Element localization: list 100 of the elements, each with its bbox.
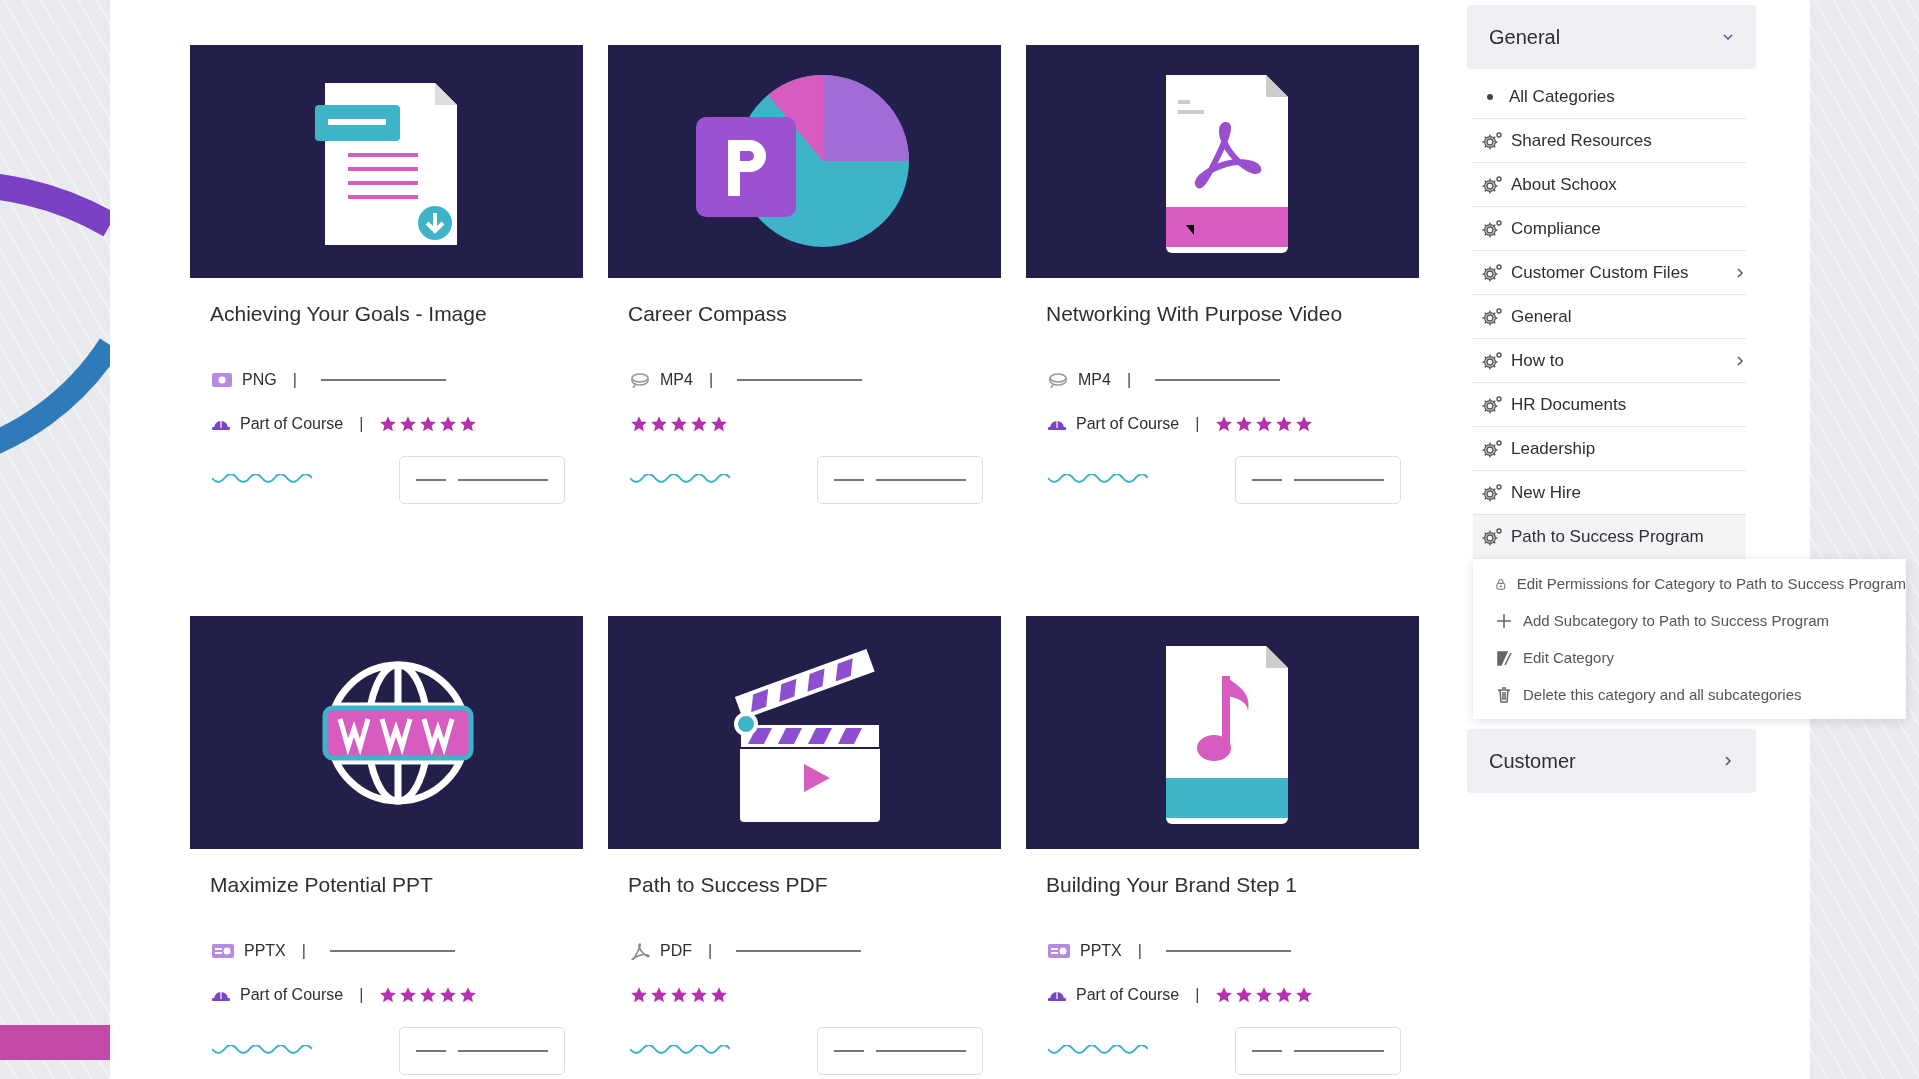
separator: | xyxy=(1137,942,1142,960)
file-format: PNG xyxy=(242,371,277,389)
chevron-icon xyxy=(1734,266,1746,279)
hard-hat-icon xyxy=(212,989,230,1001)
chevron-icon xyxy=(1722,755,1734,767)
card-title[interactable]: Achieving Your Goals - Image xyxy=(210,302,583,330)
category-item[interactable]: About Schoox xyxy=(1473,163,1746,207)
chevron-icon xyxy=(1734,354,1746,367)
star-icon xyxy=(459,415,478,433)
star-icon xyxy=(1215,415,1234,433)
star-icon xyxy=(399,986,418,1004)
trash-icon xyxy=(1495,685,1513,704)
category-item[interactable]: Leadership xyxy=(1473,427,1746,471)
placeholder-button[interactable] xyxy=(817,456,983,504)
placeholder-button[interactable] xyxy=(817,1027,983,1075)
film-reel-icon xyxy=(630,372,650,388)
gear-icon xyxy=(1481,526,1503,547)
star-icon xyxy=(419,415,438,433)
slides-icon xyxy=(212,943,234,959)
placeholder-button[interactable] xyxy=(399,456,565,504)
placeholder-button[interactable] xyxy=(1235,1027,1401,1075)
separator: | xyxy=(301,942,306,960)
image-icon xyxy=(212,372,232,388)
star-icon xyxy=(650,415,668,433)
pdf-icon xyxy=(630,942,650,960)
chevron-icon xyxy=(1722,31,1734,43)
star-icon xyxy=(439,986,458,1004)
star-icon xyxy=(670,986,688,1004)
placeholder-button[interactable] xyxy=(399,1027,565,1075)
star-icon xyxy=(1295,415,1314,433)
star-icon xyxy=(1255,415,1274,433)
course-label: Part of Course xyxy=(1076,415,1180,433)
edit-icon xyxy=(1495,648,1513,667)
gear-icon xyxy=(1481,262,1503,283)
separator: | xyxy=(1195,986,1200,1004)
star-icon xyxy=(379,986,398,1004)
category-item[interactable]: Compliance xyxy=(1473,207,1746,251)
gear-icon xyxy=(1481,394,1503,415)
menu-item[interactable]: Edit Category xyxy=(1473,639,1906,676)
star-icon xyxy=(710,415,728,433)
placeholder-button[interactable] xyxy=(1235,456,1401,504)
gear-icon xyxy=(1481,218,1503,239)
category-item[interactable]: Shared Resources xyxy=(1473,119,1746,163)
menu-item[interactable]: Edit Permissions for Category to Path to Success Program xyxy=(1473,565,1906,602)
category-item[interactable]: HR Documents xyxy=(1473,383,1746,427)
file-format: MP4 xyxy=(1078,371,1111,389)
hard-hat-icon xyxy=(1048,989,1066,1001)
separator: | xyxy=(359,986,364,1004)
menu-item[interactable]: Delete this category and all subcategories xyxy=(1473,676,1906,713)
card-title[interactable]: Networking With Purpose Video xyxy=(1046,302,1419,330)
star-icon xyxy=(690,986,708,1004)
star-icon xyxy=(710,986,728,1004)
file-format: PPTX xyxy=(244,942,286,960)
star-icon xyxy=(439,415,458,433)
menu-item[interactable]: Add Subcategory to Path to Success Program xyxy=(1473,602,1906,639)
category-item[interactable]: All Categories xyxy=(1473,75,1746,119)
course-label: Part of Course xyxy=(1076,986,1180,1004)
star-icon xyxy=(1235,415,1254,433)
slides-icon xyxy=(1048,943,1070,959)
star-icon xyxy=(1255,986,1274,1004)
star-icon xyxy=(1275,415,1294,433)
star-icon xyxy=(670,415,688,433)
star-icon xyxy=(630,986,648,1004)
category-dropdown[interactable]: Customer xyxy=(1467,729,1756,793)
gear-icon xyxy=(1481,482,1503,503)
gear-icon xyxy=(1481,438,1503,459)
card-title[interactable]: Building Your Brand Step 1 xyxy=(1046,873,1419,901)
course-label: Part of Course xyxy=(240,986,344,1004)
file-format: PPTX xyxy=(1080,942,1122,960)
gear-icon xyxy=(1481,350,1503,371)
separator: | xyxy=(359,415,364,433)
star-icon xyxy=(459,986,478,1004)
star-icon xyxy=(1235,986,1254,1004)
star-icon xyxy=(419,986,438,1004)
star-icon xyxy=(1275,986,1294,1004)
card-title[interactable]: Maximize Potential PPT xyxy=(210,873,583,901)
category-dropdown[interactable]: General xyxy=(1467,5,1756,69)
category-item[interactable]: How to xyxy=(1473,339,1746,383)
star-icon xyxy=(379,415,398,433)
star-icon xyxy=(1215,986,1234,1004)
separator: | xyxy=(708,371,714,389)
category-item[interactable]: Path to Success Program xyxy=(1473,515,1746,559)
separator: | xyxy=(292,371,297,389)
card-title[interactable]: Path to Success PDF xyxy=(628,873,1001,901)
film-reel-icon xyxy=(1048,372,1068,388)
category-item[interactable]: General xyxy=(1473,295,1746,339)
file-format: MP4 xyxy=(660,371,693,389)
hard-hat-icon xyxy=(212,418,230,430)
category-item[interactable]: Customer Custom Files xyxy=(1473,251,1746,295)
file-format: PDF xyxy=(660,942,692,960)
star-icon xyxy=(630,415,648,433)
star-icon xyxy=(399,415,418,433)
separator: | xyxy=(1195,415,1200,433)
plus-icon xyxy=(1495,611,1513,630)
star-icon xyxy=(1295,986,1314,1004)
star-icon xyxy=(650,986,668,1004)
gear-icon xyxy=(1481,306,1503,327)
separator: | xyxy=(708,942,713,960)
star-icon xyxy=(690,415,708,433)
card-title[interactable]: Career Compass xyxy=(628,302,1001,330)
